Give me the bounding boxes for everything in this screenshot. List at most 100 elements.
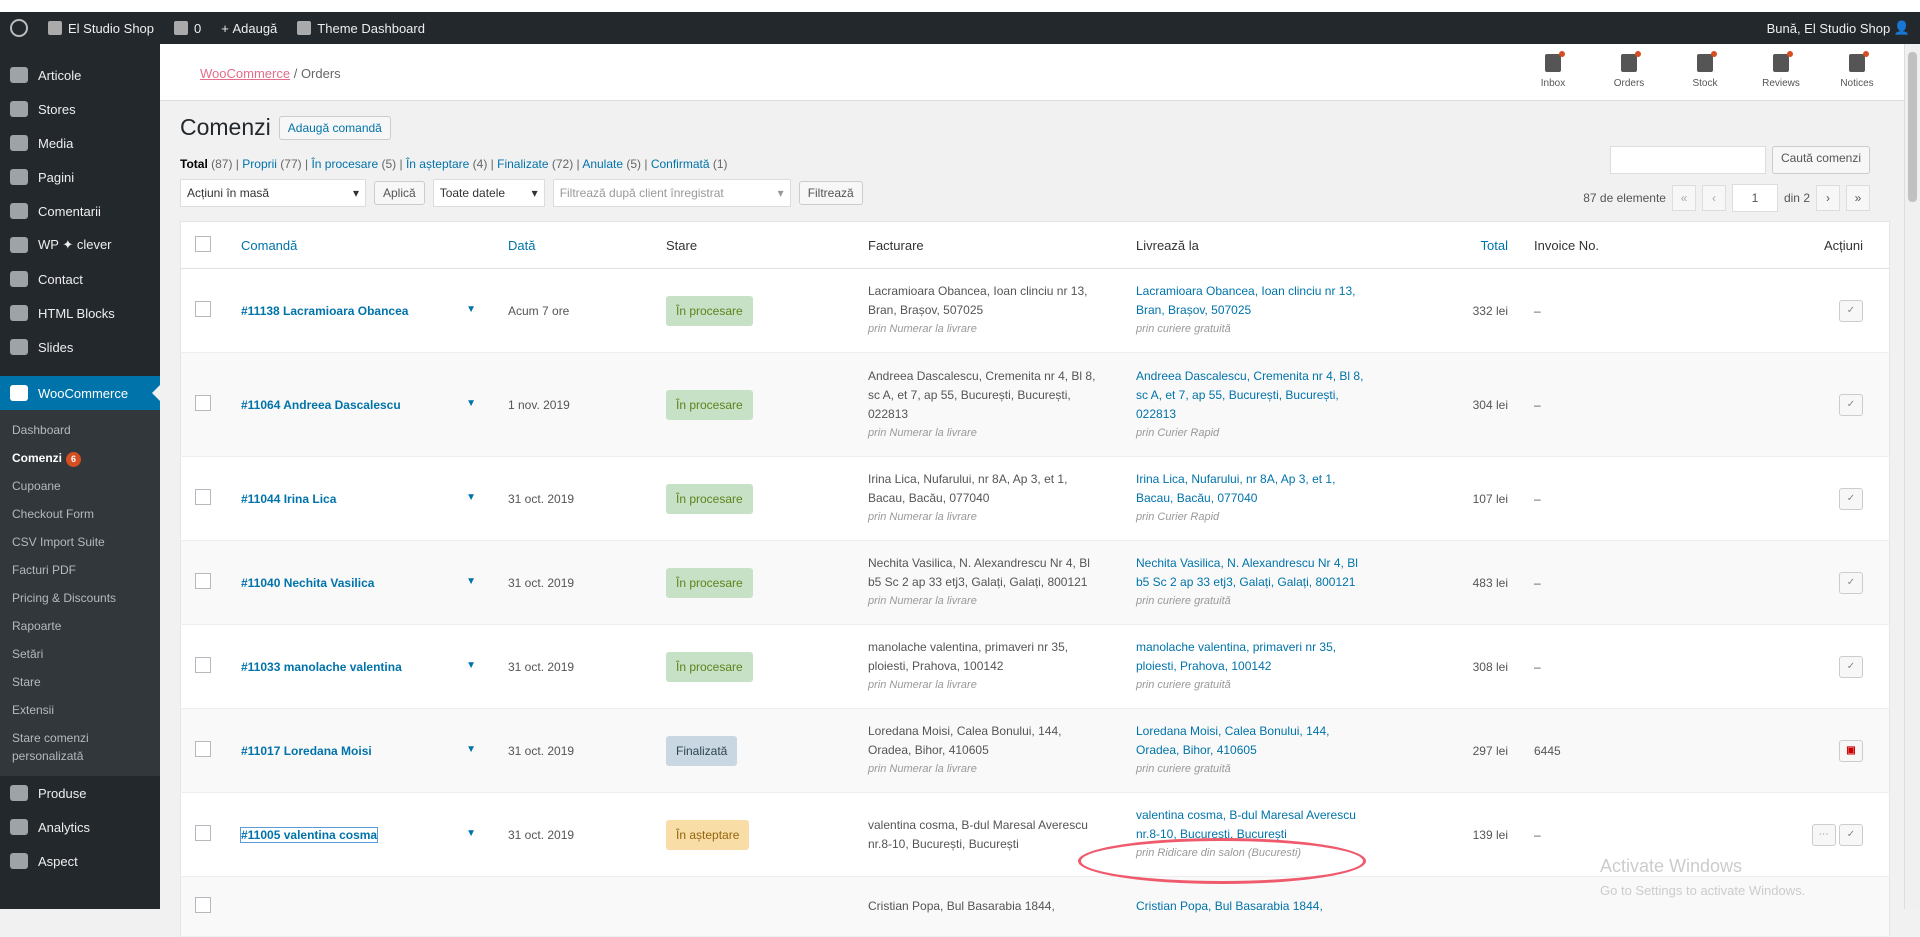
row-checkbox[interactable] [195,897,211,913]
table-row[interactable]: #11138 Lacramioara Obancea ▼ Acum 7 ore În … [180,268,1890,353]
row-checkbox[interactable] [195,395,211,411]
filter-asteptare[interactable]: În așteptare [406,157,469,171]
menu-aspect[interactable]: Aspect [0,844,160,878]
complete-check-icon[interactable]: ✓ [1839,655,1863,678]
table-row[interactable]: #11064 Andreea Dascalescu ▼ 1 nov. 2019 În … [180,352,1890,457]
row-checkbox[interactable] [195,657,211,673]
page-scrollbar[interactable] [1904,44,1920,909]
prev-page-button[interactable]: ‹ [1701,185,1726,211]
order-link[interactable]: #11017 Loredana Moisi [241,744,372,758]
wordpress-logo-icon[interactable] [0,12,38,44]
shipping-line[interactable]: b5 Sc 2 ap 33 etj3, Galați, Galați, 8001… [1136,573,1436,592]
pdf-invoice-icon[interactable]: ▣ [1839,739,1863,762]
shipping-line[interactable]: Nechita Vasilica, N. Alexandrescu Nr 4, … [1136,554,1436,573]
order-link[interactable]: #11064 Andreea Dascalescu [241,398,401,412]
order-link[interactable]: #11138 Lacramioara Obancea [241,304,408,318]
breadcrumb-woocommerce-link[interactable]: WooCommerce [200,66,290,81]
menu-media[interactable]: Media [0,126,160,160]
reviews-tab[interactable]: Reviews [1743,50,1819,89]
submenu-setari[interactable]: Setări [0,640,160,668]
apply-button[interactable]: Aplică [374,181,425,205]
complete-check-icon[interactable]: ✓ [1839,823,1863,846]
shipping-line[interactable]: Oradea, Bihor, 410605 [1136,741,1436,760]
new-link[interactable]: + Adaugă [211,12,287,44]
theme-dashboard-link[interactable]: Theme Dashboard [287,12,435,44]
shipping-line[interactable]: Lacramioara Obancea, Ioan clinciu nr 13, [1136,282,1436,301]
shipping-line[interactable]: 022813 [1136,405,1436,424]
shipping-line[interactable]: valentina cosma, B-dul Maresal Averescu [1136,806,1436,825]
row-checkbox[interactable] [195,489,211,505]
menu-pagini[interactable]: Pagini [0,160,160,194]
preview-chevron-icon[interactable]: ▼ [466,492,476,506]
last-page-button[interactable]: » [1846,185,1870,211]
shipping-line[interactable]: Bran, Brașov, 507025 [1136,301,1436,320]
menu-contact[interactable]: Contact [0,262,160,296]
site-name-link[interactable]: El Studio Shop [38,12,164,44]
search-orders-button[interactable]: Caută comenzi [1771,146,1870,174]
notices-tab[interactable]: Notices [1819,50,1895,89]
menu-wp-clever[interactable]: WP ✦ clever [0,228,160,262]
menu-analytics[interactable]: Analytics [0,810,160,844]
shipping-line[interactable]: sc A, et 7, ap 55, București, București, [1136,386,1436,405]
current-page-input[interactable]: 1 [1731,184,1778,212]
table-row[interactable]: #11044 Irina Lica ▼ 31 oct. 2019 În procesa… [180,456,1890,541]
order-link[interactable]: #11033 manolache valentina [241,660,402,674]
filter-procesare[interactable]: În procesare [311,157,378,171]
shipping-line[interactable]: ploiesti, Prahova, 100142 [1136,657,1436,676]
row-checkbox[interactable] [195,825,211,841]
table-row[interactable]: #11017 Loredana Moisi ▼ 31 oct. 2019 Finali… [180,708,1890,793]
row-checkbox[interactable] [195,573,211,589]
menu-woocommerce[interactable]: WooCommerce [0,376,160,410]
menu-articole[interactable]: Articole [0,58,160,92]
column-order[interactable]: Comandă [241,238,297,253]
shipping-line[interactable]: Irina Lica, Nufarului, nr 8A, Ap 3, et 1… [1136,470,1436,489]
preview-chevron-icon[interactable]: ▼ [466,660,476,674]
table-row[interactable]: #11033 manolache valentina ▼ 31 oct. 2019 Î… [180,624,1890,709]
column-date[interactable]: Dată [508,238,535,253]
filter-button[interactable]: Filtrează [798,181,863,205]
submenu-rapoarte[interactable]: Rapoarte [0,612,160,640]
scrollbar-thumb[interactable] [1908,52,1917,202]
submenu-cupoane[interactable]: Cupoane [0,472,160,500]
inbox-tab[interactable]: Inbox [1515,50,1591,89]
submenu-pricing[interactable]: Pricing & Discounts [0,584,160,612]
filter-confirmata[interactable]: Confirmată [651,157,710,171]
preview-chevron-icon[interactable]: ▼ [466,828,476,842]
filter-finalizate[interactable]: Finalizate [497,157,548,171]
shipping-line[interactable]: Cristian Popa, Bul Basarabia 1844, [1136,897,1436,916]
submenu-checkout-form[interactable]: Checkout Form [0,500,160,528]
first-page-button[interactable]: « [1671,185,1696,211]
shipping-line[interactable]: Bacau, Bacău, 077040 [1136,489,1436,508]
order-link[interactable]: #11044 Irina Lica [241,492,336,506]
comments-link[interactable]: 0 [164,12,211,44]
row-checkbox[interactable] [195,741,211,757]
next-page-button[interactable]: › [1816,185,1840,211]
submenu-csv-import[interactable]: CSV Import Suite [0,528,160,556]
select-all-checkbox[interactable] [195,235,211,252]
preview-chevron-icon[interactable]: ▼ [466,304,476,318]
submenu-stare-comenzi[interactable]: Stare comenzi personalizată [0,724,160,770]
order-link[interactable]: #11005 valentina cosma [239,826,379,843]
stock-tab[interactable]: Stock [1667,50,1743,89]
menu-produse[interactable]: Produse [0,776,160,810]
shipping-line[interactable]: Loredana Moisi, Calea Bonului, 144, [1136,722,1436,741]
submenu-facturi-pdf[interactable]: Facturi PDF [0,556,160,584]
complete-check-icon[interactable]: ✓ [1839,299,1863,322]
preview-chevron-icon[interactable]: ▼ [466,398,476,412]
orders-tab[interactable]: Orders [1591,50,1667,89]
submenu-comenzi[interactable]: Comenzi 6 [0,444,160,472]
submenu-dashboard[interactable]: Dashboard [0,416,160,444]
column-total[interactable]: Total [1481,238,1508,253]
dates-select[interactable]: Toate datele ▾ [432,179,545,207]
filter-total[interactable]: Total [180,157,208,171]
submenu-extensii[interactable]: Extensii [0,696,160,724]
menu-html-blocks[interactable]: HTML Blocks [0,296,160,330]
complete-check-icon[interactable]: ✓ [1839,487,1863,510]
filter-anulate[interactable]: Anulate [582,157,623,171]
menu-stores[interactable]: Stores [0,92,160,126]
preview-chevron-icon[interactable]: ▼ [466,576,476,590]
row-checkbox[interactable] [195,301,211,317]
account-link[interactable]: Bună, El Studio Shop 👤 [1757,12,1920,44]
add-order-button[interactable]: Adaugă comandă [278,115,391,140]
submenu-stare[interactable]: Stare [0,668,160,696]
